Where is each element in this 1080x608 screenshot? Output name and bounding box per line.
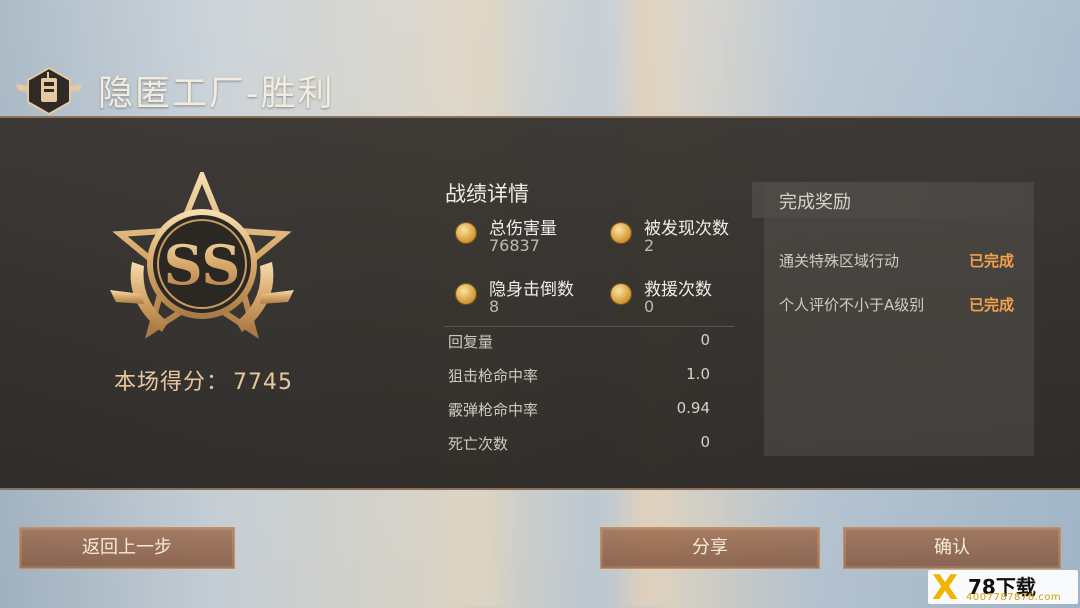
stats-title: 战绩详情	[445, 182, 529, 206]
reward-status: 已完成	[969, 296, 1015, 314]
stat-label: 隐身击倒数	[489, 280, 574, 300]
score-label: 本场得分：	[114, 370, 230, 395]
stat-value: 8	[489, 297, 500, 316]
row-value: 1.0	[686, 365, 710, 383]
reward-label: 个人评价不小于A级别	[779, 296, 925, 314]
rewards-panel	[764, 182, 1034, 456]
stat-row-healing: 回复量 0	[448, 331, 710, 353]
stat-value: 0	[644, 297, 655, 316]
reward-item: 通关特殊区域行动 已完成	[779, 250, 1029, 271]
row-label: 狙击枪命中率	[448, 367, 539, 385]
rank-grade: SS	[164, 233, 241, 297]
row-label: 霰弹枪命中率	[448, 401, 539, 419]
row-value: 0	[700, 331, 710, 349]
stats-divider	[444, 326, 734, 327]
back-button[interactable]: 返回上一步	[19, 527, 235, 569]
stat-value: 76837	[489, 236, 540, 255]
score-value: 7745	[233, 370, 294, 395]
rewards-title: 完成奖励	[779, 192, 851, 213]
reward-label: 通关特殊区域行动	[779, 252, 900, 270]
stat-row-sniper-accuracy: 狙击枪命中率 1.0	[448, 365, 710, 387]
confirm-button[interactable]: 确认	[843, 527, 1061, 569]
reward-item: 个人评价不小于A级别 已完成	[779, 294, 1029, 315]
mode-title-bar: 隐匿工厂-胜利	[14, 62, 335, 118]
row-value: 0	[700, 433, 710, 451]
row-label: 死亡次数	[448, 435, 509, 453]
coin-icon	[610, 222, 632, 244]
stat-stealth-knockdowns: 隐身击倒数 8	[455, 275, 595, 325]
stat-label: 救援次数	[644, 280, 712, 300]
stat-label: 被发现次数	[644, 219, 729, 239]
share-button[interactable]: 分享	[600, 527, 820, 569]
site-watermark: X 78下载 4007787878.com	[928, 568, 1078, 608]
coin-icon	[455, 283, 477, 305]
winged-badge-icon	[16, 66, 82, 116]
page-title: 隐匿工厂-胜利	[98, 73, 335, 114]
rank-emblem-icon: SS	[110, 172, 294, 339]
stat-row-deaths: 死亡次数 0	[448, 433, 710, 455]
watermark-logo: X	[932, 568, 959, 608]
reward-status: 已完成	[969, 252, 1015, 270]
stat-rescues: 救援次数 0	[610, 275, 750, 325]
watermark-url: 4007787878.com	[966, 592, 1062, 603]
coin-icon	[610, 283, 632, 305]
stat-total-damage: 总伤害量 76837	[455, 214, 595, 264]
row-label: 回复量	[448, 333, 494, 351]
coin-icon	[455, 222, 477, 244]
stat-row-shotgun-accuracy: 霰弹枪命中率 0.94	[448, 399, 710, 421]
stat-value: 2	[644, 236, 655, 255]
score-line: 本场得分： 7745	[110, 364, 293, 396]
stat-times-detected: 被发现次数 2	[610, 214, 750, 264]
row-value: 0.94	[676, 399, 710, 417]
